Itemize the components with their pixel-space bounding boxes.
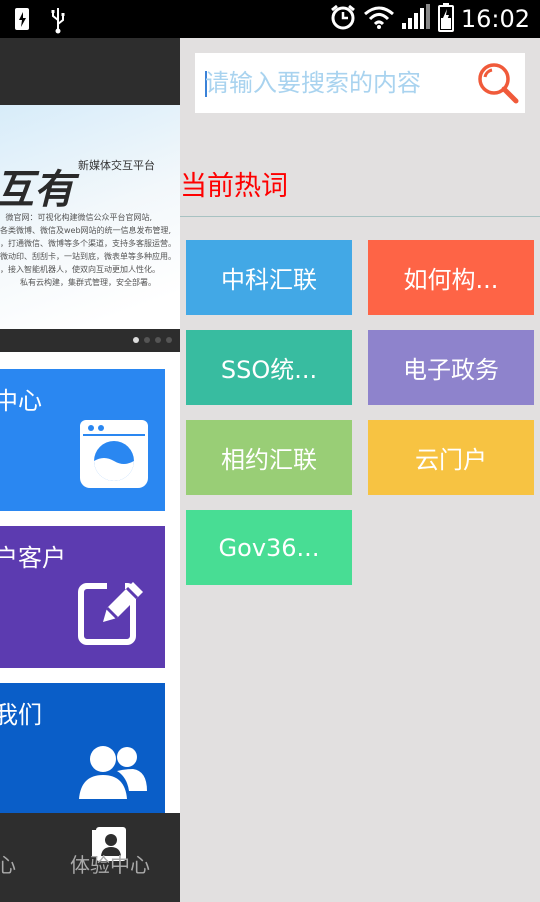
background-app: 互有 新媒体交互平台 微官网：可视化构建微信公众平台官网站, 各类微博、微信及w… (0, 38, 180, 902)
nav-item-experience-center[interactable]: 体验中心 (70, 849, 150, 878)
banner-subtitle: 新媒体交互平台 (78, 159, 155, 172)
nav-item-label[interactable]: 心 (0, 849, 16, 878)
banner-description: 微官网：可视化构建微信公众平台官网站, 各类微博、微信及web网站的统一信息发布… (0, 211, 180, 289)
hot-word-tag[interactable]: 相约汇联 (186, 420, 352, 495)
banner-line: 各类微博、微信及web网站的统一信息发布管理, (0, 226, 172, 235)
hot-word-tag[interactable]: SSO统... (186, 330, 352, 405)
usb-icon (50, 6, 66, 38)
banner-line: 私有云构建，集群式管理，安全部署。 (20, 278, 156, 287)
usb-charging-icon (12, 6, 34, 38)
tile-label: 中心 (0, 387, 42, 415)
banner-pager (0, 329, 180, 352)
hot-word-tag[interactable]: 云门户 (368, 420, 534, 495)
hot-word-tag[interactable]: 电子政务 (368, 330, 534, 405)
search-box (195, 53, 525, 113)
pager-dot[interactable] (155, 337, 161, 343)
wifi-icon (363, 4, 395, 34)
search-drawer: 当前热词 中科汇联 如何构... SSO统... 电子政务 相约汇联 云门户 G… (180, 38, 540, 902)
hot-word-tag[interactable]: 如何构... (368, 240, 534, 315)
banner-title: 互有 (0, 166, 74, 213)
hot-words-title: 当前热词 (180, 171, 288, 202)
hot-word-tag[interactable]: Gov36... (186, 510, 352, 585)
banner-line: 微官网：可视化构建微信公众平台官网站, (5, 213, 152, 222)
signal-icon (401, 3, 431, 35)
tile-customers[interactable]: 户客户 (0, 526, 165, 668)
edit-pencil-icon (77, 574, 149, 650)
pager-dot[interactable] (166, 337, 172, 343)
bottom-nav: 心 体验中心 (0, 813, 180, 902)
users-icon (77, 743, 149, 807)
tile-center[interactable]: 中心 (0, 369, 165, 511)
search-input[interactable] (205, 63, 465, 103)
banner-line: 微动印、刮刮卡，一站到底，微表单等多种应用。 (0, 252, 176, 261)
pager-dot[interactable] (133, 337, 139, 343)
hot-word-tag[interactable]: 中科汇联 (186, 240, 352, 315)
banner-line: ，打通微信、微博等多个渠道，支持多客服运营。 (0, 239, 176, 248)
washing-machine-icon (79, 419, 149, 493)
battery-charging-icon (437, 2, 455, 36)
alarm-icon (329, 3, 357, 35)
status-bar: 16:02 (0, 0, 540, 38)
background-app-header (0, 38, 180, 105)
promo-banner[interactable]: 互有 新媒体交互平台 微官网：可视化构建微信公众平台官网站, 各类微博、微信及w… (0, 105, 180, 357)
tile-label: 户客户 (0, 544, 66, 572)
search-icon[interactable] (476, 61, 520, 105)
divider (180, 216, 540, 217)
status-time: 16:02 (460, 5, 530, 33)
banner-line: ，接入智能机器人，使双向互动更加人性化。 (0, 265, 160, 274)
tile-about-us[interactable]: 我们 (0, 683, 165, 825)
tile-label: 我们 (0, 701, 42, 729)
pager-dot[interactable] (144, 337, 150, 343)
